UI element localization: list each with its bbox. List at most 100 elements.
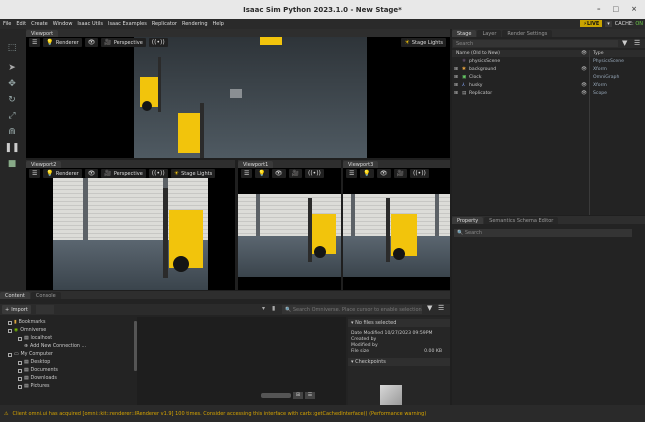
vp1-settings-icon[interactable]: ☰ xyxy=(241,169,253,178)
menu-help[interactable]: Help xyxy=(213,21,224,27)
visibility-toggle-icon[interactable]: 👁 xyxy=(581,67,587,72)
visibility-toggle-icon[interactable]: 👁 xyxy=(581,83,587,88)
pointer-icon[interactable]: ➤ xyxy=(6,63,18,73)
details-header[interactable]: ▾ No files selected xyxy=(348,319,450,327)
menu-file[interactable]: File xyxy=(3,21,11,27)
maximize-button[interactable]: □ xyxy=(613,5,620,13)
property-search-input[interactable]: 🔍 Search xyxy=(454,229,632,237)
col-name[interactable]: Name (Old to New) xyxy=(456,51,500,56)
tree-row[interactable]: ⊞ ▣ Clock OmniGraph xyxy=(452,74,645,81)
move-tool-icon[interactable]: ✥ xyxy=(6,79,18,89)
vp1-visibility-icon[interactable]: 👁 xyxy=(271,169,286,178)
rotate-tool-icon[interactable]: ↻ xyxy=(6,95,18,105)
content-menu-icon[interactable]: ☰ xyxy=(438,304,444,312)
vp3-visibility-icon[interactable]: 👁 xyxy=(376,169,391,178)
vp1-bulb-icon[interactable]: 💡 xyxy=(255,169,269,178)
menu-create[interactable]: Create xyxy=(31,21,48,27)
checkpoints-header[interactable]: ▾ Checkpoints xyxy=(348,358,450,366)
tree-downloads[interactable]: ▤ Downloads xyxy=(18,375,57,382)
tree-add-connection[interactable]: ⊕ Add New Connection ... xyxy=(24,343,86,350)
vp1-audio-icon[interactable]: ((•)) xyxy=(304,169,324,178)
tab-viewport[interactable]: Viewport xyxy=(26,30,59,37)
minimize-button[interactable]: – xyxy=(597,5,601,13)
menu-window[interactable]: Window xyxy=(53,21,73,27)
tab-viewport3[interactable]: Viewport3 xyxy=(343,161,379,168)
camera-button[interactable]: 🎥 Perspective xyxy=(101,38,146,47)
stop-icon[interactable]: ■ xyxy=(6,159,18,169)
vp2-audio-icon[interactable]: ((•)) xyxy=(148,169,168,178)
visibility-toggle-icon[interactable]: 👁 xyxy=(581,91,587,96)
live-dropdown-icon[interactable]: ▾ xyxy=(605,20,612,27)
menu-isaac-examples[interactable]: Isaac Examples xyxy=(108,21,147,27)
vp3-bulb-icon[interactable]: 💡 xyxy=(360,169,374,178)
import-button[interactable]: + Import xyxy=(2,305,31,314)
vp1-camera-icon[interactable]: 🎥 xyxy=(288,169,302,178)
tab-viewport1[interactable]: Viewport1 xyxy=(238,161,274,168)
tab-viewport2[interactable]: Viewport2 xyxy=(26,161,62,168)
tree-row[interactable]: ⊞ ▤ Replicator 👁 Scope xyxy=(452,90,645,97)
menu-replicator[interactable]: Replicator xyxy=(152,21,177,27)
tree-documents[interactable]: ▤ Documents xyxy=(18,367,58,374)
vp2-settings-icon[interactable]: ☰ xyxy=(29,169,41,178)
menu-icon[interactable]: ☰ xyxy=(634,39,640,47)
tree-row[interactable]: ⚛ physicsScene PhysicsScene xyxy=(452,58,645,65)
viewport2-render-image[interactable] xyxy=(53,178,208,290)
tab-render-settings[interactable]: Render Settings xyxy=(502,30,553,37)
tab-property[interactable]: Property xyxy=(452,217,484,224)
tree-pictures[interactable]: ▤ Pictures xyxy=(18,383,50,390)
bookmark-icon[interactable]: ▮ xyxy=(272,305,275,312)
vp3-camera-icon[interactable]: 🎥 xyxy=(393,169,407,178)
zoom-slider[interactable] xyxy=(261,393,291,398)
viewport-render-image[interactable] xyxy=(134,37,367,158)
menu-isaac-utils[interactable]: Isaac Utils xyxy=(77,21,103,27)
dropdown-icon[interactable]: ▾ xyxy=(262,305,265,312)
tree-bookmarks[interactable]: ▮ Bookmarks xyxy=(8,319,45,326)
list-view-icon[interactable]: ☰ xyxy=(305,392,315,399)
tree-omniverse[interactable]: ◉ Omniverse xyxy=(8,327,46,334)
filter-icon[interactable]: ▼ xyxy=(622,39,627,47)
tree-my-computer[interactable]: ▭ My Computer xyxy=(8,351,53,358)
pause-icon[interactable]: ❚❚ xyxy=(4,143,19,153)
vp3-settings-icon[interactable]: ☰ xyxy=(346,169,358,178)
tree-row[interactable]: ⊞ ✱ background 👁 Xform xyxy=(452,66,645,73)
settings-icon[interactable]: ☰ xyxy=(29,38,41,47)
file-grid[interactable]: ⊞ ☰ xyxy=(137,317,346,405)
close-button[interactable]: × xyxy=(631,5,637,13)
status-message[interactable]: Client omni.ui has acquired [omni::kit::… xyxy=(12,411,426,417)
viewport3-render-image[interactable] xyxy=(343,194,450,277)
tab-stage[interactable]: Stage xyxy=(452,30,477,37)
expand-icon[interactable]: ⊞ xyxy=(454,67,458,72)
col-type[interactable]: Type xyxy=(593,51,604,56)
tree-localhost[interactable]: ▤ localhost xyxy=(18,335,52,342)
vp2-stage-lights-button[interactable]: ☀ Stage Lights xyxy=(170,169,216,178)
expand-icon[interactable]: ⊞ xyxy=(454,83,458,88)
path-field[interactable] xyxy=(36,305,54,314)
menu-rendering[interactable]: Rendering xyxy=(182,21,208,27)
vp3-audio-icon[interactable]: ((•)) xyxy=(409,169,429,178)
grid-view-icon[interactable]: ⊞ xyxy=(293,392,303,399)
vp2-camera-button[interactable]: 🎥 Perspective xyxy=(101,169,146,178)
scale-tool-icon[interactable]: ⤢ xyxy=(6,111,18,121)
tab-layer[interactable]: Layer xyxy=(477,30,502,37)
tab-console[interactable]: Console xyxy=(30,292,61,299)
expand-icon[interactable]: ⊞ xyxy=(454,75,458,80)
vp2-visibility-icon[interactable]: 👁 xyxy=(84,169,99,178)
tab-semantics-schema-editor[interactable]: Semantics Schema Editor xyxy=(484,217,559,224)
stage-search-input[interactable]: Search xyxy=(453,40,618,47)
select-tool-icon[interactable]: ⬚ xyxy=(6,43,18,53)
tree-row[interactable]: ⊞ ⅄ husky 👁 Xform xyxy=(452,82,645,89)
expand-icon[interactable]: ⊞ xyxy=(454,91,458,96)
menu-edit[interactable]: Edit xyxy=(16,21,26,27)
content-filter-icon[interactable]: ▼ xyxy=(427,304,432,312)
tree-desktop[interactable]: ▤ Desktop xyxy=(18,359,50,366)
snap-icon[interactable]: ⋒ xyxy=(6,127,18,137)
audio-icon[interactable]: ((•)) xyxy=(148,38,168,47)
renderer-button[interactable]: 💡 Renderer xyxy=(43,38,82,47)
viewport1-render-image[interactable] xyxy=(238,194,341,277)
live-button[interactable]: ⚡ LIVE xyxy=(580,20,603,27)
visibility-icon[interactable]: 👁 xyxy=(84,38,99,47)
content-search-input[interactable]: 🔍 Search Omniverse. Place cursor to enab… xyxy=(282,305,422,314)
vp2-renderer-button[interactable]: 💡 Renderer xyxy=(43,169,82,178)
tab-content[interactable]: Content xyxy=(0,292,30,299)
stage-lights-button[interactable]: ☀ Stage Lights xyxy=(401,38,446,47)
